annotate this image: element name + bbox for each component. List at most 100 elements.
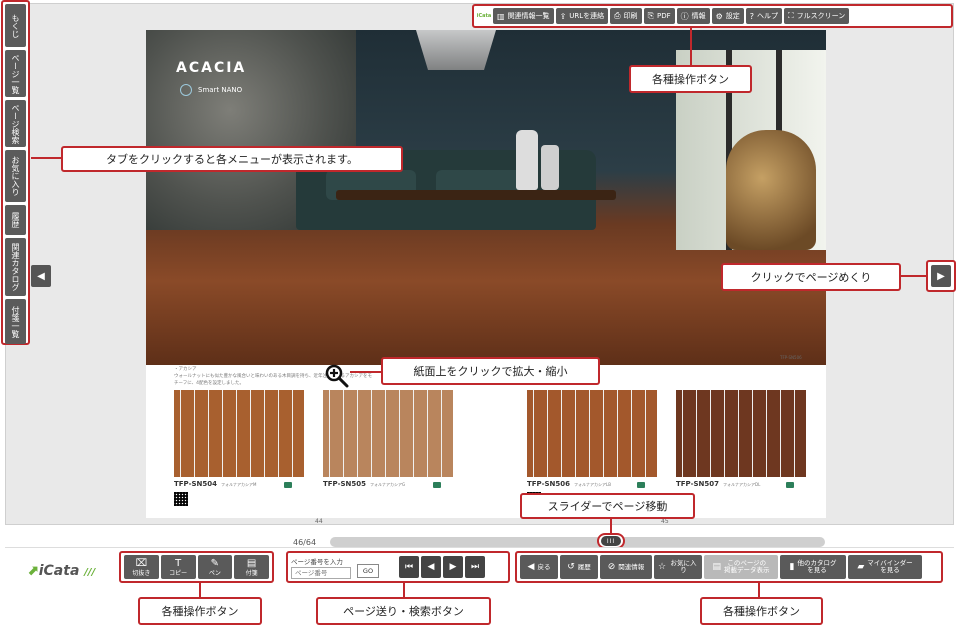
- first-page-button[interactable]: ⏮: [399, 556, 419, 578]
- toolbar-button-label: 情報: [691, 12, 706, 20]
- vase: [516, 130, 538, 190]
- page-slider-track[interactable]: [330, 537, 825, 547]
- toolbar-button[interactable]: ⛶ フルスクリーン: [784, 8, 850, 24]
- wood-swatch[interactable]: [323, 390, 453, 477]
- next-page-arrow[interactable]: ▶: [931, 265, 951, 287]
- callout-zoom: 紙面上をクリックで拡大・縮小: [381, 357, 600, 385]
- catalog-subtitle-text: Smart NANO: [198, 86, 243, 94]
- text-copy-icon: T: [175, 557, 182, 569]
- toolbar-button[interactable]: ⎙ 印刷: [610, 8, 642, 24]
- callout-bottom-center: ページ送り・検索ボタン: [316, 597, 491, 625]
- data-sheet-icon: ▤: [712, 561, 721, 572]
- callout-bottom-left: 各種操作ボタン: [138, 597, 262, 625]
- back-icon: ◀: [527, 561, 535, 572]
- tool-button[interactable]: ▤ 付箋: [234, 555, 269, 579]
- toolbar-button[interactable]: ? ヘルプ: [745, 8, 783, 24]
- armchair: [726, 130, 816, 250]
- action-button-label: このページの 掲載データ表示: [724, 559, 770, 574]
- action-button-label: 他のカタログ を見る: [797, 559, 837, 574]
- wood-swatch[interactable]: [527, 390, 657, 477]
- swatch-code-text: TFP-SN506: [527, 480, 570, 488]
- side-tab[interactable]: 関連カタログ: [5, 238, 26, 296]
- triangle-left-icon: ◀: [427, 562, 435, 572]
- callout-line: [403, 583, 405, 598]
- page-input-wrap: ページ番号を入力: [291, 556, 351, 579]
- triangle-right-icon: ▶: [449, 562, 457, 572]
- skip-back-icon: ⏮: [404, 562, 414, 572]
- tool-button[interactable]: T コピー: [160, 555, 196, 579]
- coffee-table: [336, 190, 616, 200]
- chevron-left-icon: ◀: [37, 270, 45, 282]
- toolbar-button-label: 関連情報一覧: [507, 12, 550, 20]
- slider-grip-icon: III: [601, 536, 621, 546]
- next-page-button[interactable]: ▶: [443, 556, 463, 578]
- action-button-label: マイバインダー を見る: [867, 559, 913, 574]
- side-tab[interactable]: 履歴: [5, 205, 26, 235]
- print-icon: ⎙: [614, 11, 621, 20]
- fullscreen-icon: ⛶: [788, 11, 794, 20]
- vase: [541, 145, 559, 190]
- action-button-label: お気に入り: [670, 559, 697, 574]
- toolbar-button-label: PDF: [656, 12, 671, 20]
- side-tab[interactable]: ページ一覧: [5, 50, 26, 97]
- spec-badge: [284, 482, 292, 488]
- side-tab[interactable]: ページ検索: [5, 100, 26, 147]
- prev-page-arrow[interactable]: ◀: [31, 265, 51, 287]
- qr-code: [174, 492, 188, 506]
- last-page-button[interactable]: ⏭: [465, 556, 485, 578]
- prev-page-button[interactable]: ◀: [421, 556, 441, 578]
- share-url-icon: ⇪: [559, 11, 567, 21]
- callout-line: [900, 275, 928, 277]
- action-button[interactable]: ☆ お気に入り: [654, 555, 702, 579]
- gear-icon: ⚙: [715, 11, 723, 21]
- action-button-label: 関連情報: [618, 562, 645, 571]
- side-tab[interactable]: お気に入り: [5, 150, 26, 202]
- tool-button[interactable]: ✎ ペン: [197, 555, 233, 579]
- icata-logo: ⬈iCata ///: [27, 563, 95, 579]
- side-tab[interactable]: もくじ: [5, 4, 26, 47]
- toolbar-button[interactable]: ▥ 関連情報一覧: [493, 8, 554, 24]
- toolbar-button[interactable]: ⓘ 情報: [676, 8, 710, 24]
- action-button[interactable]: ▰ マイバインダー を見る: [848, 555, 922, 579]
- callout-line: [610, 518, 612, 534]
- page-number-input[interactable]: [291, 566, 351, 579]
- callout-line: [199, 583, 201, 598]
- callout-line: [31, 157, 61, 159]
- swatch-name: フォルナアカシアG: [369, 482, 406, 487]
- action-button[interactable]: ▤ このページの 掲載データ表示: [704, 555, 778, 579]
- page-input-label: ページ番号を入力: [291, 557, 343, 566]
- right-page-number: 45: [661, 518, 669, 525]
- wood-swatch[interactable]: [676, 390, 806, 477]
- callout-bottom-right: 各種操作ボタン: [700, 597, 823, 625]
- page-nav-group: ページ番号を入力 GO ⏮ ◀ ▶ ⏭: [286, 551, 510, 583]
- callout-top-toolbar: 各種操作ボタン: [629, 65, 752, 93]
- action-button[interactable]: ▮ 他のカタログ を見る: [780, 555, 846, 579]
- star-icon: ☆: [658, 561, 667, 572]
- action-button[interactable]: ↺ 履歴: [560, 555, 598, 579]
- binder-icon: ▰: [857, 561, 865, 572]
- action-button[interactable]: ⊘ 関連情報: [600, 555, 652, 579]
- leaf-icon: ⬈: [27, 563, 39, 579]
- photo-code: TFP-SN506: [780, 355, 802, 360]
- tools-group: ⌧ 切抜き T コピー ✎ ペン ▤ 付箋: [119, 551, 274, 583]
- toolbar-button[interactable]: ⚙ 設定: [711, 8, 744, 24]
- wood-swatch[interactable]: [174, 390, 304, 477]
- swatch-code-text: TFP-SN504: [174, 480, 217, 488]
- toolbar-button-label: 印刷: [623, 12, 638, 20]
- toolbar-button-label: URLを連絡: [569, 12, 605, 20]
- tool-button-label: コピー: [169, 569, 188, 577]
- left-page-number: 44: [315, 518, 323, 525]
- toolbar-button[interactable]: ⎘ PDF: [643, 8, 675, 24]
- help-icon: ?: [749, 11, 755, 21]
- actions-group: ◀ 戻る ↺ 履歴 ⊘ 関連情報 ☆ お気に入り ▤ このページの 掲載データ表示 ▮ 他のカタログ …: [515, 551, 943, 583]
- action-button[interactable]: ◀ 戻る: [520, 555, 558, 579]
- next-page-highlight: ▶: [926, 260, 956, 292]
- go-button[interactable]: GO: [357, 564, 379, 578]
- spec-badge: [433, 482, 441, 488]
- toolbar-button[interactable]: ⇪ URLを連絡: [555, 8, 609, 24]
- side-tab[interactable]: 付箋一覧: [5, 299, 26, 344]
- toolbar-button-label: 設定: [725, 12, 740, 20]
- tool-button[interactable]: ⌧ 切抜き: [124, 555, 159, 579]
- history-icon: ↺: [567, 561, 575, 572]
- swatch-code-text: TFP-SN505: [323, 480, 366, 488]
